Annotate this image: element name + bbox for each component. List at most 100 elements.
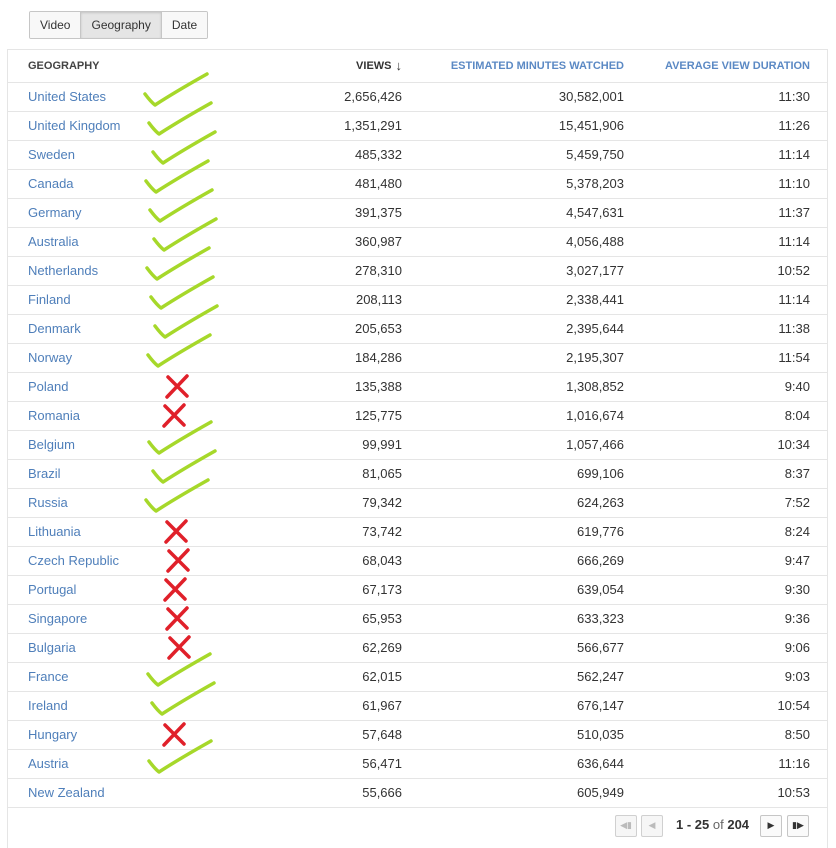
avg-duration-cell: 9:03	[624, 662, 828, 692]
column-header-minutes[interactable]: ESTIMATED MINUTES WATCHED	[418, 50, 624, 83]
table-row: United States 2,656,426 30,582,001 11:30	[8, 82, 828, 112]
last-page-icon[interactable]: ▮▶	[787, 815, 809, 837]
views-cell: 1,351,291	[268, 111, 418, 141]
column-header-geography[interactable]: GEOGRAPHY	[8, 50, 268, 83]
views-cell: 360,987	[268, 227, 418, 257]
country-link[interactable]: Poland	[8, 372, 268, 402]
country-link[interactable]: Denmark	[8, 314, 268, 344]
minutes-cell: 676,147	[418, 691, 624, 721]
avg-duration-cell: 9:47	[624, 546, 828, 576]
country-link[interactable]: Czech Republic	[8, 546, 268, 576]
avg-duration-cell: 11:14	[624, 227, 828, 257]
pagination: ◀▮ ◀ 1 - 25 of 204 ▶ ▮▶	[0, 813, 836, 841]
avg-duration-cell: 11:14	[624, 285, 828, 315]
country-link[interactable]: Norway	[8, 343, 268, 373]
country-link[interactable]: United States	[8, 82, 268, 112]
avg-duration-cell: 8:24	[624, 517, 828, 547]
avg-duration-cell: 10:34	[624, 430, 828, 460]
table-row: New Zealand 55,666 605,949 10:53	[8, 778, 828, 808]
prev-page-icon[interactable]: ◀	[641, 815, 663, 837]
country-link[interactable]: United Kingdom	[8, 111, 268, 141]
table-row: Australia 360,987 4,056,488 11:14	[8, 227, 828, 257]
avg-duration-cell: 9:06	[624, 633, 828, 663]
minutes-cell: 2,395,644	[418, 314, 624, 344]
views-cell: 81,065	[268, 459, 418, 489]
column-header-avg-duration[interactable]: AVERAGE VIEW DURATION	[624, 50, 828, 83]
country-link[interactable]: New Zealand	[8, 778, 268, 808]
table-row: Sweden 485,332 5,459,750 11:14	[8, 140, 828, 170]
minutes-cell: 510,035	[418, 720, 624, 750]
country-link[interactable]: Sweden	[8, 140, 268, 170]
avg-duration-cell: 8:04	[624, 401, 828, 431]
table-row: Bulgaria 62,269 566,677 9:06	[8, 633, 828, 663]
country-link[interactable]: Germany	[8, 198, 268, 228]
minutes-cell: 2,338,441	[418, 285, 624, 315]
column-header-views-label: VIEWS	[356, 60, 392, 73]
range-end: 25	[694, 817, 710, 832]
avg-duration-cell: 8:50	[624, 720, 828, 750]
country-link[interactable]: Canada	[8, 169, 268, 199]
country-link[interactable]: Belgium	[8, 430, 268, 460]
country-link[interactable]: Romania	[8, 401, 268, 431]
minutes-cell: 5,378,203	[418, 169, 624, 199]
views-cell: 62,269	[268, 633, 418, 663]
avg-duration-cell: 8:37	[624, 459, 828, 489]
country-link[interactable]: Brazil	[8, 459, 268, 489]
avg-duration-cell: 10:54	[624, 691, 828, 721]
country-link[interactable]: France	[8, 662, 268, 692]
table-row: Austria 56,471 636,644 11:16	[8, 749, 828, 779]
country-link[interactable]: Russia	[8, 488, 268, 518]
avg-duration-cell: 11:14	[624, 140, 828, 170]
views-cell: 481,480	[268, 169, 418, 199]
tab-video[interactable]: Video	[30, 12, 82, 38]
table-row: Singapore 65,953 633,323 9:36	[8, 604, 828, 634]
table-row: Lithuania 73,742 619,776 8:24	[8, 517, 828, 547]
table-row: Denmark 205,653 2,395,644 11:38	[8, 314, 828, 344]
avg-duration-cell: 9:36	[624, 604, 828, 634]
table-row: Finland 208,113 2,338,441 11:14	[8, 285, 828, 315]
table-row: Belgium 99,991 1,057,466 10:34	[8, 430, 828, 460]
tab-geography[interactable]: Geography	[81, 12, 162, 38]
minutes-cell: 3,027,177	[418, 256, 624, 286]
page-range: 1 - 25 of 204	[676, 817, 749, 832]
column-header-views[interactable]: VIEWS ↓	[268, 50, 418, 83]
minutes-cell: 15,451,906	[418, 111, 624, 141]
country-link[interactable]: Netherlands	[8, 256, 268, 286]
views-cell: 125,775	[268, 401, 418, 431]
views-cell: 79,342	[268, 488, 418, 518]
table-row: Netherlands 278,310 3,027,177 10:52	[8, 256, 828, 286]
table-row: Brazil 81,065 699,106 8:37	[8, 459, 828, 489]
range-of-label: of	[709, 817, 728, 832]
country-link[interactable]: Finland	[8, 285, 268, 315]
table-row: France 62,015 562,247 9:03	[8, 662, 828, 692]
country-link[interactable]: Australia	[8, 227, 268, 257]
avg-duration-cell: 11:10	[624, 169, 828, 199]
first-page-icon[interactable]: ◀▮	[615, 815, 637, 837]
avg-duration-cell: 7:52	[624, 488, 828, 518]
column-header-minutes-label: ESTIMATED MINUTES WATCHED	[450, 59, 624, 72]
minutes-cell: 1,308,852	[418, 372, 624, 402]
minutes-cell: 562,247	[418, 662, 624, 692]
country-link[interactable]: Bulgaria	[8, 633, 268, 663]
country-link[interactable]: Ireland	[8, 691, 268, 721]
views-cell: 99,991	[268, 430, 418, 460]
table-row: Germany 391,375 4,547,631 11:37	[8, 198, 828, 228]
country-link[interactable]: Austria	[8, 749, 268, 779]
table-row: Norway 184,286 2,195,307 11:54	[8, 343, 828, 373]
avg-duration-cell: 11:38	[624, 314, 828, 344]
minutes-cell: 636,644	[418, 749, 624, 779]
next-page-icon[interactable]: ▶	[760, 815, 782, 837]
views-cell: 62,015	[268, 662, 418, 692]
country-link[interactable]: Hungary	[8, 720, 268, 750]
country-link[interactable]: Portugal	[8, 575, 268, 605]
tab-date[interactable]: Date	[161, 12, 208, 38]
minutes-cell: 4,056,488	[418, 227, 624, 257]
table-body: United States 2,656,426 30,582,001 11:30 Uni…	[8, 82, 828, 808]
minutes-cell: 619,776	[418, 517, 624, 547]
range-total: 204	[727, 817, 750, 832]
country-link[interactable]: Singapore	[8, 604, 268, 634]
views-cell: 57,648	[268, 720, 418, 750]
avg-duration-cell: 10:52	[624, 256, 828, 286]
views-cell: 56,471	[268, 749, 418, 779]
country-link[interactable]: Lithuania	[8, 517, 268, 547]
